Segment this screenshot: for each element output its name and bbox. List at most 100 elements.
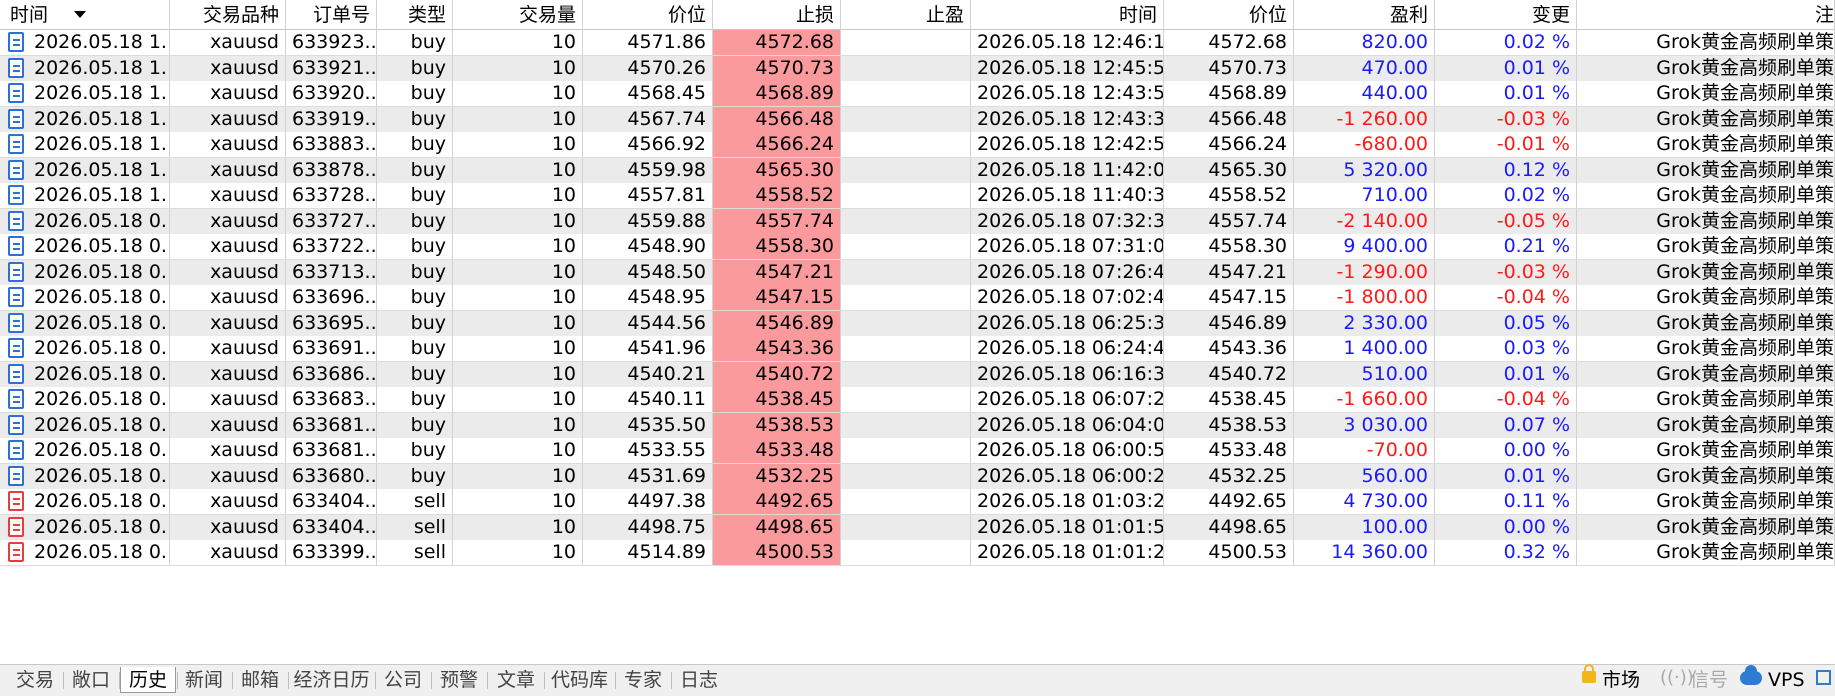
cell-symbol: xauusd [170,30,286,55]
header-stop-loss[interactable]: 止损 [713,0,841,30]
cell-take-profit [841,157,971,183]
cell-symbol: xauusd [170,285,286,310]
cell-open-time: 2026.05.18 0... [0,514,170,540]
cell-stop-loss: 4565.30 [713,157,841,183]
tab-2[interactable]: 历史 [120,667,176,693]
cell-change: 0.32 % [1435,540,1577,565]
header-comment[interactable]: 注 [1577,0,1835,30]
cell-change: -0.04 % [1435,285,1577,310]
cell-symbol: xauusd [170,540,286,565]
table-row[interactable]: 2026.05.18 0... xauusd 633686... buy 10 4540.… [0,361,1835,388]
cell-open-time: 2026.05.18 0... [0,412,170,438]
table-row[interactable]: 2026.05.18 1... xauusd 633883... buy 10 4566.… [0,132,1835,158]
table-row[interactable]: 2026.05.18 1... xauusd 633920... buy 10 4568.… [0,81,1835,107]
header-price[interactable]: 价位 [583,0,713,30]
cell-take-profit [841,183,971,208]
cell-open-time: 2026.05.18 1... [0,30,170,55]
table-row[interactable]: 2026.05.18 0... xauusd 633713... buy 10 4548.… [0,259,1835,286]
cell-open-time: 2026.05.18 0... [0,208,170,234]
header-take-profit[interactable]: 止盈 [841,0,971,30]
cell-stop-loss: 4546.89 [713,310,841,336]
cell-close-time: 2026.05.18 01:01:21 [971,540,1164,565]
cell-volume: 10 [453,361,583,387]
table-row[interactable]: 2026.05.18 0... xauusd 633727... buy 10 4559.… [0,208,1835,235]
cell-symbol: xauusd [170,463,286,489]
header-close-price[interactable]: 价位 [1164,0,1294,30]
cell-profit: -1 800.00 [1294,285,1435,310]
cell-volume: 10 [453,132,583,157]
table-row[interactable]: 2026.05.18 1... xauusd 633728... buy 10 4557.… [0,183,1835,209]
header-change[interactable]: 变更 [1435,0,1577,30]
cell-price: 4548.90 [583,234,713,259]
header-volume[interactable]: 交易量 [453,0,583,30]
tab-6[interactable]: 公司 [376,667,430,693]
cell-profit: 14 360.00 [1294,540,1435,565]
header-close-time[interactable]: 时间 [971,0,1164,30]
cell-type: buy [377,438,453,463]
tab-1[interactable]: 敞口 [64,667,118,693]
cell-price: 4566.92 [583,132,713,157]
cell-take-profit [841,438,971,463]
header-profit[interactable]: 盈利 [1294,0,1435,30]
table-row[interactable]: 2026.05.18 0... xauusd 633680... buy 10 4531.… [0,463,1835,490]
cell-open-time: 2026.05.18 0... [0,234,170,259]
cell-profit: 510.00 [1294,361,1435,387]
tab-3[interactable]: 新闻 [177,667,231,693]
cell-symbol: xauusd [170,336,286,361]
sort-desc-icon[interactable] [74,11,86,18]
cell-close-price: 4538.45 [1164,387,1294,412]
cell-open-time: 2026.05.18 1... [0,106,170,132]
tab-11[interactable]: 日志 [672,667,726,693]
signals-status[interactable]: 信号 [1690,667,1728,693]
cell-take-profit [841,259,971,285]
cell-change: 0.21 % [1435,234,1577,259]
tab-5[interactable]: 经济日历 [289,667,374,693]
tab-9[interactable]: 代码库 [545,667,614,693]
table-row[interactable]: 2026.05.18 0... xauusd 633683... buy 10 4540.… [0,387,1835,413]
cell-type: buy [377,55,453,81]
table-row[interactable]: 2026.05.18 0... xauusd 633399... sell 10 4514… [0,540,1835,566]
table-row[interactable]: 2026.05.18 0... xauusd 633691... buy 10 4541.… [0,336,1835,362]
table-row[interactable]: 2026.05.18 1... xauusd 633878... buy 10 4559.… [0,157,1835,184]
table-row[interactable]: 2026.05.18 0... xauusd 633695... buy 10 4544.… [0,310,1835,337]
cell-close-price: 4566.48 [1164,106,1294,132]
cell-take-profit [841,514,971,540]
tab-10[interactable]: 专家 [616,667,670,693]
cell-symbol: xauusd [170,106,286,132]
header-order-id[interactable]: 订单号 [286,0,377,30]
tab-4[interactable]: 邮箱 [233,667,287,693]
table-row[interactable]: 2026.05.18 1... xauusd 633923... buy 10 4571.… [0,30,1835,56]
cell-comment: Grok黄金高频刷单策 [1577,361,1835,387]
tab-7[interactable]: 预警 [432,667,486,693]
cell-comment: Grok黄金高频刷单策 [1577,208,1835,234]
cell-symbol: xauusd [170,234,286,259]
cell-profit: 2 330.00 [1294,310,1435,336]
table-row[interactable]: 2026.05.18 0... xauusd 633404... sell 10 4498… [0,514,1835,541]
table-row[interactable]: 2026.05.18 0... xauusd 633681... buy 10 4535.… [0,412,1835,439]
market-status[interactable]: 市场 [1602,667,1640,693]
table-header: 时间 交易品种 订单号 类型 交易量 价位 止损 止盈 时间 价位 盈利 变更注 [0,0,1835,30]
table-row[interactable]: 2026.05.18 0... xauusd 633404... sell 10 4497… [0,489,1835,515]
table-row[interactable]: 2026.05.18 1... xauusd 633921... buy 10 4570.… [0,55,1835,82]
cell-volume: 10 [453,438,583,463]
tab-0[interactable]: 交易 [8,667,62,693]
header-symbol[interactable]: 交易品种 [170,0,286,30]
cell-symbol: xauusd [170,208,286,234]
table-row[interactable]: 2026.05.18 0... xauusd 633696... buy 10 4548.… [0,285,1835,311]
cell-open-time: 2026.05.18 1... [0,132,170,157]
cell-close-time: 2026.05.18 07:02:46 [971,285,1164,310]
cell-order-id: 633404... [286,489,377,514]
table-row[interactable]: 2026.05.18 0... xauusd 633722... buy 10 4548.… [0,234,1835,260]
cell-close-price: 4566.24 [1164,132,1294,157]
table-row[interactable]: 2026.05.18 1... xauusd 633919... buy 10 4567.… [0,106,1835,133]
cell-comment: Grok黄金高频刷单策 [1577,387,1835,412]
cell-stop-loss: 4543.36 [713,336,841,361]
cell-symbol: xauusd [170,489,286,514]
cell-take-profit [841,361,971,387]
table-row[interactable]: 2026.05.18 0... xauusd 633681... buy 10 4533.… [0,438,1835,464]
header-type[interactable]: 类型 [377,0,453,30]
cell-change: 0.02 % [1435,30,1577,55]
cell-profit: -1 660.00 [1294,387,1435,412]
tab-8[interactable]: 文章 [489,667,543,693]
vps-status[interactable]: VPS [1768,667,1805,693]
